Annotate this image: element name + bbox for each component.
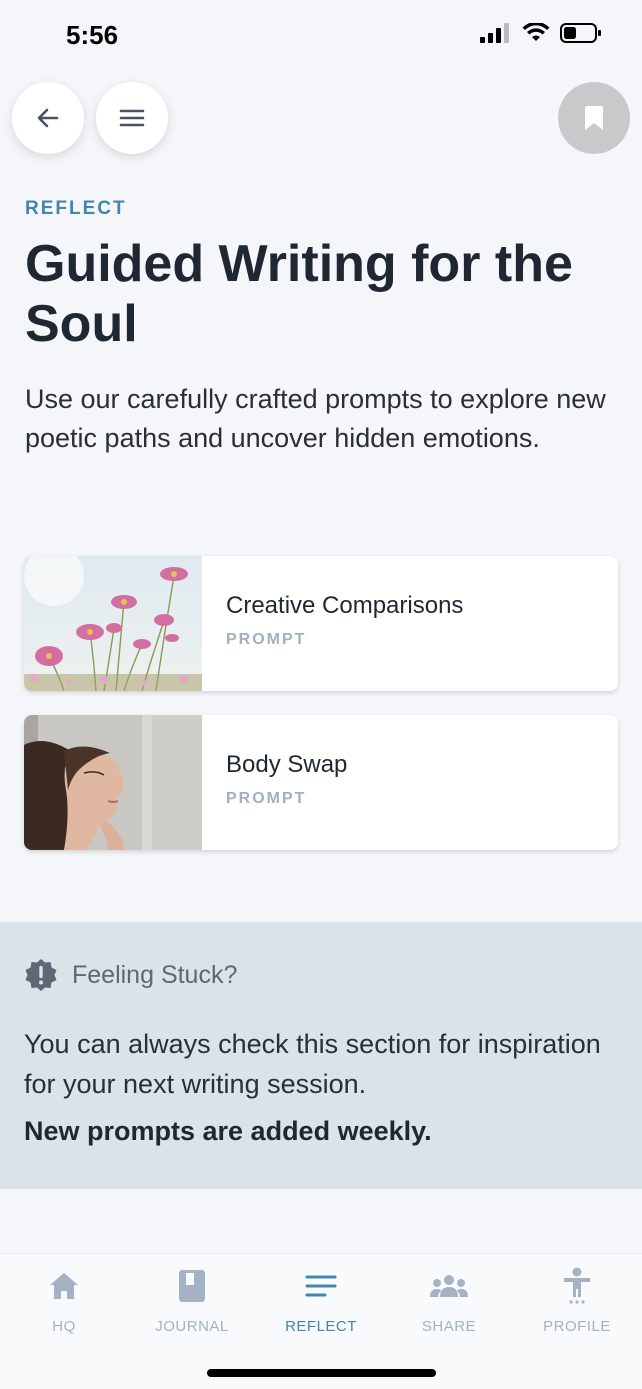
menu-icon — [119, 109, 145, 127]
battery-icon — [560, 23, 601, 43]
menu-button[interactable] — [96, 82, 168, 154]
card-title: Creative Comparisons — [226, 592, 464, 619]
tab-share[interactable]: SHARE — [394, 1268, 504, 1335]
feeling-stuck-note: New prompts are added weekly. — [24, 1116, 432, 1146]
prompt-card-creative-comparisons[interactable]: Creative Comparisons PROMPT — [24, 556, 618, 691]
card-title: Body Swap — [226, 751, 348, 778]
section-eyebrow: REFLECT — [25, 198, 127, 219]
home-icon — [50, 1273, 78, 1299]
journal-icon — [179, 1270, 205, 1302]
intro-text: Use our carefully crafted prompts to exp… — [25, 384, 606, 453]
feeling-stuck-section: Feeling Stuck? You can always check this… — [0, 922, 642, 1189]
feeling-stuck-body: You can always check this section for in… — [24, 1029, 601, 1099]
tab-label: JOURNAL — [155, 1318, 229, 1335]
tab-hq[interactable]: HQ — [9, 1268, 119, 1335]
tab-label: HQ — [52, 1318, 76, 1335]
people-icon — [430, 1275, 468, 1297]
back-button[interactable] — [12, 82, 84, 154]
status-icons — [480, 22, 602, 44]
feeling-stuck-header: Feeling Stuck? — [24, 958, 237, 992]
flowers-image — [24, 556, 202, 691]
tab-journal[interactable]: JOURNAL — [137, 1268, 247, 1335]
tab-profile[interactable]: PROFILE — [522, 1267, 632, 1335]
tab-label: REFLECT — [285, 1318, 357, 1335]
feeling-stuck-title: Feeling Stuck? — [72, 960, 238, 989]
tab-label: SHARE — [421, 1318, 477, 1335]
person-icon — [564, 1267, 590, 1304]
home-indicator[interactable] — [207, 1369, 436, 1377]
page-title: Guided Writing for the Soul — [25, 235, 573, 353]
card-tag: PROMPT — [226, 790, 307, 807]
bookmark-icon — [585, 106, 603, 130]
prompt-card-body-swap[interactable]: Body Swap PROMPT — [24, 715, 618, 850]
card-tag: PROMPT — [226, 631, 307, 648]
tab-reflect[interactable]: REFLECT — [266, 1268, 376, 1335]
alert-badge-icon — [25, 959, 57, 991]
wifi-icon — [522, 23, 550, 41]
tab-label: PROFILE — [543, 1318, 611, 1335]
arrow-left-icon — [37, 108, 59, 128]
screen: 5:56 REFLECT Guided Writing for the Soul… — [0, 0, 642, 1389]
status-time: 5:56 — [66, 20, 119, 50]
signal-icon — [480, 23, 509, 43]
status-bar: 5:56 — [0, 0, 642, 72]
portrait-image — [24, 715, 202, 850]
bookmark-button[interactable] — [558, 82, 630, 154]
reflect-icon — [305, 1275, 337, 1297]
